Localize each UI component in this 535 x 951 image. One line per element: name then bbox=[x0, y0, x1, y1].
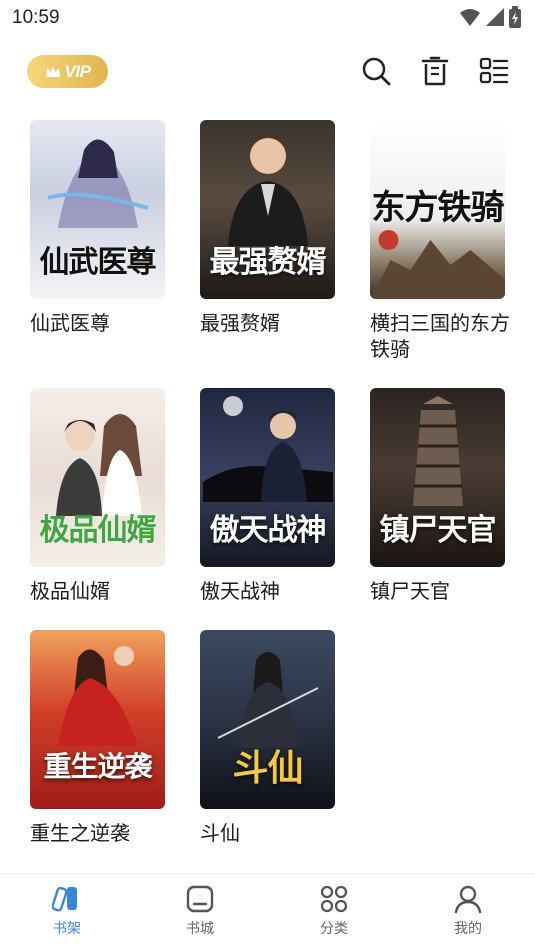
cover-illustration bbox=[370, 230, 505, 299]
cover-title: 傲天战神 bbox=[209, 513, 327, 548]
signal-icon bbox=[486, 8, 504, 26]
list-view-button[interactable] bbox=[477, 54, 511, 88]
book-cover[interactable]: 极品仙婿 bbox=[30, 388, 165, 567]
battery-icon bbox=[509, 6, 521, 28]
cover-title: 重生逆袭 bbox=[43, 750, 152, 783]
crown-icon bbox=[45, 65, 60, 77]
cover-illustration bbox=[57, 646, 138, 746]
book-cover[interactable]: 仙武医尊 bbox=[30, 120, 165, 299]
book-title: 仙武医尊 bbox=[30, 311, 110, 335]
vip-button[interactable]: VIP bbox=[27, 55, 108, 88]
book-cover[interactable]: 镇尸天官 bbox=[370, 388, 505, 567]
nav-label: 分类 bbox=[320, 921, 348, 937]
status-time: 10:59 bbox=[12, 7, 60, 28]
book-title: 极品仙婿 bbox=[30, 579, 110, 603]
status-icons bbox=[459, 6, 521, 28]
book-cover[interactable]: 最强赘婿 bbox=[200, 120, 335, 299]
nav-label: 书架 bbox=[53, 921, 81, 937]
book-title: 横扫三国的东方铁骑 bbox=[370, 311, 510, 361]
search-icon bbox=[362, 57, 391, 86]
delete-button[interactable] bbox=[418, 54, 452, 88]
cover-title: 斗仙 bbox=[232, 747, 303, 789]
cover-illustration bbox=[217, 652, 318, 748]
nav-profile[interactable]: 我的 bbox=[428, 882, 508, 938]
book-title: 重生之逆袭 bbox=[30, 821, 130, 845]
search-button[interactable] bbox=[359, 54, 393, 88]
book-title: 傲天战神 bbox=[200, 579, 280, 603]
cover-title: 镇尸天官 bbox=[379, 513, 497, 548]
trash-icon bbox=[421, 56, 449, 86]
category-icon bbox=[317, 882, 351, 916]
bookstore-icon bbox=[183, 882, 217, 916]
cover-illustration bbox=[46, 139, 149, 228]
nav-label: 书城 bbox=[186, 921, 214, 937]
cover-title: 东方铁骑 bbox=[371, 188, 505, 228]
profile-icon bbox=[451, 882, 485, 916]
book-cover[interactable]: 斗仙 bbox=[200, 630, 335, 809]
cover-title: 最强赘婿 bbox=[209, 245, 327, 280]
nav-bookshelf[interactable]: 书架 bbox=[27, 882, 107, 938]
top-toolbar: VIP bbox=[0, 48, 535, 96]
nav-bookstore[interactable]: 书城 bbox=[160, 882, 240, 938]
nav-category[interactable]: 分类 bbox=[294, 882, 374, 938]
cover-title: 仙武医尊 bbox=[39, 245, 157, 280]
wifi-icon bbox=[460, 9, 480, 26]
cover-illustration bbox=[227, 135, 308, 246]
book-title: 斗仙 bbox=[200, 821, 240, 845]
bottom-navigation: 书架 书城 分类 我的 bbox=[0, 873, 535, 951]
cover-title: 极品仙婿 bbox=[39, 513, 157, 548]
book-cover[interactable]: 重生逆袭 bbox=[30, 630, 165, 809]
cover-illustration bbox=[202, 396, 333, 502]
bookshelf-icon bbox=[50, 882, 84, 916]
vip-label: VIP bbox=[64, 61, 91, 81]
book-cover[interactable]: 东方铁骑 bbox=[370, 120, 505, 299]
book-title: 镇尸天官 bbox=[370, 579, 450, 603]
cover-illustration bbox=[55, 414, 142, 516]
list-view-icon bbox=[479, 57, 509, 84]
nav-label: 我的 bbox=[454, 921, 482, 937]
book-title: 最强赘婿 bbox=[200, 311, 280, 335]
status-bar: 10:59 bbox=[0, 0, 535, 38]
cover-illustration bbox=[412, 396, 463, 506]
book-cover[interactable]: 傲天战神 bbox=[200, 388, 335, 567]
